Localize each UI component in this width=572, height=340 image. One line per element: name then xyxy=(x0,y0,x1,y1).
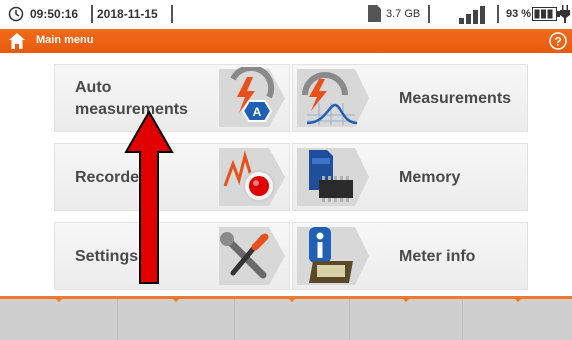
meter-info-tile[interactable]: Meter info xyxy=(292,222,528,290)
separator xyxy=(171,5,173,23)
softkey-3[interactable] xyxy=(235,299,350,340)
status-date: 2018-11-15 xyxy=(97,7,158,21)
clock-icon xyxy=(8,6,24,22)
meter-info-icon xyxy=(297,227,369,285)
auto-measurements-icon: A xyxy=(219,67,285,127)
separator xyxy=(428,5,430,23)
softkey-2[interactable] xyxy=(118,299,235,340)
memory-tile[interactable]: Memory xyxy=(292,143,528,211)
svg-text:?: ? xyxy=(554,35,561,49)
signal-bars-icon xyxy=(459,6,485,24)
sd-card-icon xyxy=(368,5,381,22)
home-icon[interactable] xyxy=(8,32,26,50)
measurements-icon xyxy=(297,69,369,127)
page-title: Main menu xyxy=(36,34,94,46)
help-icon[interactable]: ? xyxy=(549,32,567,50)
softkey-1[interactable] xyxy=(0,299,118,340)
title-bar: Main menu ? xyxy=(0,29,572,53)
separator xyxy=(497,5,499,23)
battery-icon xyxy=(532,7,560,21)
meter-info-label: Meter info xyxy=(399,248,476,265)
plug-icon xyxy=(560,5,570,23)
measurements-tile[interactable]: Measurements xyxy=(292,64,528,132)
memory-icon xyxy=(297,148,369,206)
softkey-4[interactable] xyxy=(350,299,463,340)
softkey-notch xyxy=(402,298,410,302)
recorder-icon xyxy=(219,148,285,206)
svg-text:A: A xyxy=(253,105,262,119)
storage-status: 3.7 GB xyxy=(386,8,421,20)
status-bar: 09:50:16 2018-11-15 3.7 GB 93 % xyxy=(0,0,572,28)
auto-measurements-label-line1: Auto xyxy=(75,79,112,96)
status-time: 09:50:16 xyxy=(30,7,79,21)
separator xyxy=(91,5,93,23)
softkey-5[interactable] xyxy=(463,299,572,340)
softkey-notch xyxy=(55,298,63,302)
softkey-notch xyxy=(514,298,522,302)
softkey-notch xyxy=(172,298,180,302)
measurements-label: Measurements xyxy=(399,90,512,107)
bottom-softkey-bar xyxy=(0,296,572,340)
memory-label: Memory xyxy=(399,169,461,186)
red-arrow-annotation xyxy=(124,110,174,284)
battery-percent: 93 % xyxy=(506,8,532,20)
softkey-notch xyxy=(288,298,296,302)
settings-icon xyxy=(219,227,285,285)
